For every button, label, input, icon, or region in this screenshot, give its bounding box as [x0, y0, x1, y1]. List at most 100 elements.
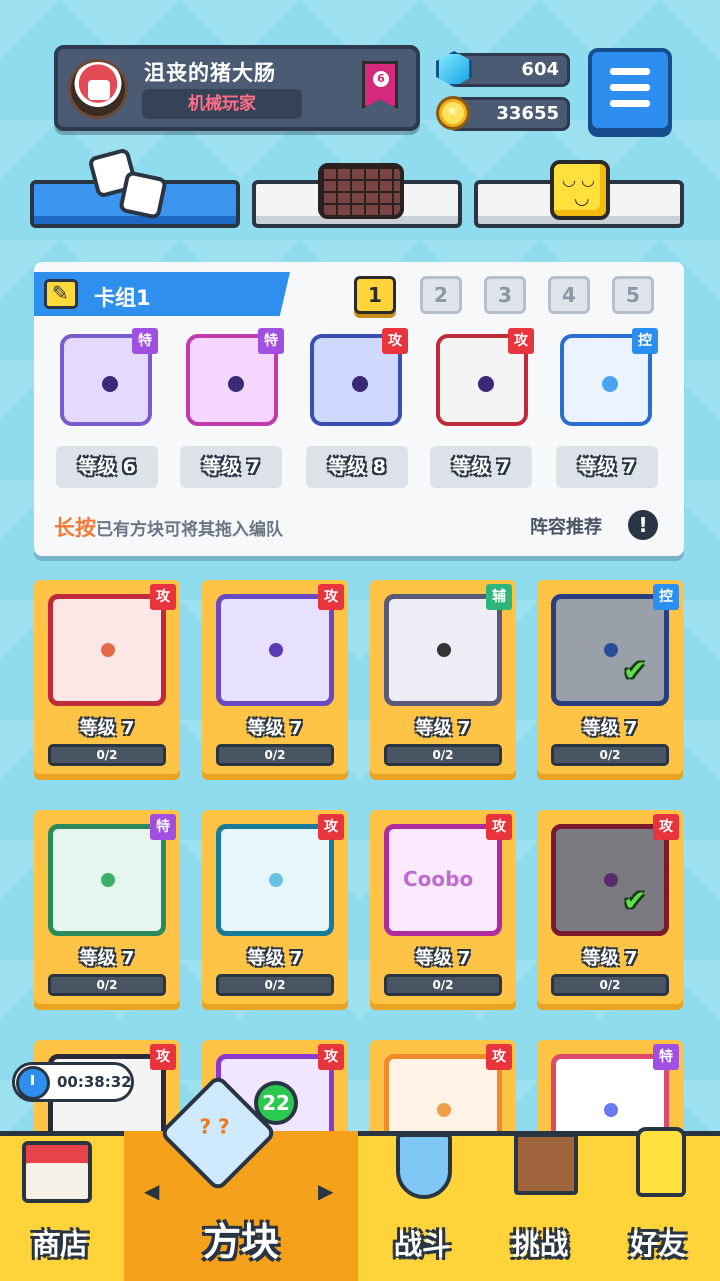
card-level: 等级 7	[415, 948, 471, 969]
check-icon: ✔	[623, 654, 647, 687]
dice-face	[216, 594, 334, 706]
rank-badge-icon: 6	[362, 61, 398, 109]
smiley-icon	[550, 160, 610, 220]
card-level: 等级 7	[582, 948, 638, 969]
collection-card[interactable]: 特 等级 7 0/2	[34, 810, 180, 1010]
deck-title: 卡组1	[94, 286, 151, 310]
deck-tab-4[interactable]: 4	[548, 276, 590, 314]
type-tag: 攻	[508, 328, 534, 354]
check-icon: ✔	[623, 884, 647, 917]
card-level: 等级 7	[247, 948, 303, 969]
edit-pencil-icon[interactable]	[44, 279, 78, 309]
type-tag: 攻	[486, 1044, 512, 1070]
type-tag: 控	[632, 328, 658, 354]
deck-tab-2[interactable]: 2	[420, 276, 462, 314]
coin-icon	[436, 96, 470, 130]
gem-amount: 604	[521, 59, 559, 80]
type-tag: 控	[653, 584, 679, 610]
type-tag: 攻	[653, 814, 679, 840]
collection-card[interactable]: 攻 等级 7 0/2	[202, 580, 348, 780]
card-level: 等级 7	[247, 718, 303, 739]
type-tag: 特	[258, 328, 284, 354]
combo-label: Coobo	[403, 867, 474, 891]
nav-blocks[interactable]: 22 ◀ ▶ 方块	[124, 1073, 358, 1281]
type-tag: 辅	[486, 584, 512, 610]
sword-shield-icon	[396, 1133, 452, 1199]
deck-tab-3[interactable]: 3	[484, 276, 526, 314]
card-level: 等级 7	[556, 446, 658, 488]
progress-bar: 0/2	[48, 974, 166, 996]
type-tag: 特	[132, 328, 158, 354]
type-tag: 特	[150, 814, 176, 840]
rank-number: 6	[373, 71, 389, 87]
nav-challenge[interactable]: 挑战	[478, 1131, 602, 1281]
deck-tab-5[interactable]: 5	[612, 276, 654, 314]
collection-card[interactable]: 攻 等级 7 0/2	[34, 580, 180, 780]
coin-amount: 33655	[496, 103, 559, 124]
deck-card[interactable]: 攻	[430, 328, 534, 432]
arrow-left-icon: ◀	[144, 1179, 160, 1203]
hamburger-icon	[610, 68, 650, 75]
type-tag: 攻	[150, 584, 176, 610]
nav-blocks-label: 方块	[202, 1220, 279, 1264]
drag-hint: 长按已有方块可将其拖入编队	[54, 512, 283, 542]
type-tag: 攻	[150, 1044, 176, 1070]
collection-card[interactable]: 控 ✔ 等级 7 0/2	[537, 580, 683, 780]
deck-tab-1[interactable]: 1	[354, 276, 396, 314]
dice-face	[551, 824, 669, 936]
collection-card[interactable]: 攻 等级 7 0/2	[202, 810, 348, 1010]
hint-text: 已有方块可将其拖入编队	[96, 520, 283, 540]
dice-icon	[87, 147, 172, 224]
arrow-right-icon: ▶	[318, 1179, 334, 1203]
card-level: 等级 7	[430, 446, 532, 488]
type-tag: 攻	[318, 814, 344, 840]
type-tag: 攻	[486, 814, 512, 840]
hint-highlight: 长按	[54, 516, 96, 540]
card-level: 等级 8	[306, 446, 408, 488]
card-level: 等级 7	[582, 718, 638, 739]
collection-card[interactable]: Coobo 攻 等级 7 0/2	[370, 810, 516, 1010]
dice-face	[216, 824, 334, 936]
blocks-count-badge: 22	[254, 1081, 298, 1125]
menu-button[interactable]	[588, 48, 672, 132]
type-tag: 攻	[318, 1044, 344, 1070]
collection-card[interactable]: 辅 等级 7 0/2	[370, 580, 516, 780]
type-tag: 攻	[382, 328, 408, 354]
deck-card[interactable]: 特	[180, 328, 284, 432]
collection-card[interactable]: 攻 ✔ 等级 7 0/2	[537, 810, 683, 1010]
deck-card[interactable]: 攻	[304, 328, 408, 432]
progress-bar: 0/2	[216, 744, 334, 766]
hamburger-icon-line	[610, 84, 650, 91]
dice-face	[384, 594, 502, 706]
signboard-icon	[514, 1133, 578, 1195]
nav-battle-label: 战斗	[393, 1228, 450, 1261]
card-level: 等级 7	[79, 718, 135, 739]
dice-face	[551, 594, 669, 706]
progress-bar: 0/2	[551, 974, 669, 996]
recommend-lineup-link[interactable]: 阵容推荐	[530, 513, 602, 539]
stopwatch-icon	[16, 1066, 50, 1100]
collection-card[interactable]: 攻	[370, 1040, 516, 1166]
nav-challenge-label: 挑战	[511, 1228, 568, 1261]
nav-friends-label: 好友	[629, 1228, 686, 1261]
type-tag: 特	[653, 1044, 679, 1070]
progress-bar: 0/2	[384, 974, 502, 996]
dice-face: Coobo	[384, 824, 502, 936]
nav-shop[interactable]: 商店	[0, 1131, 120, 1281]
friend-character-icon	[636, 1127, 686, 1197]
nav-friends[interactable]: 好友	[596, 1127, 720, 1281]
shop-icon	[22, 1141, 92, 1203]
deck-card[interactable]: 特	[54, 328, 158, 432]
player-avatar[interactable]	[68, 59, 128, 119]
card-level: 等级 7	[79, 948, 135, 969]
progress-bar: 0/2	[48, 744, 166, 766]
player-profile-panel[interactable]: 沮丧的猪大肠 机械玩家 6	[54, 45, 420, 131]
collection-card[interactable]: 特	[537, 1040, 683, 1166]
player-title: 机械玩家	[142, 89, 302, 119]
nav-battle[interactable]: 战斗	[360, 1131, 484, 1281]
card-level: 等级 7	[180, 446, 282, 488]
player-name: 沮丧的猪大肠	[144, 61, 276, 85]
exclamation-icon[interactable]: !	[628, 510, 658, 540]
progress-bar: 0/2	[384, 744, 502, 766]
deck-card[interactable]: 控	[554, 328, 658, 432]
